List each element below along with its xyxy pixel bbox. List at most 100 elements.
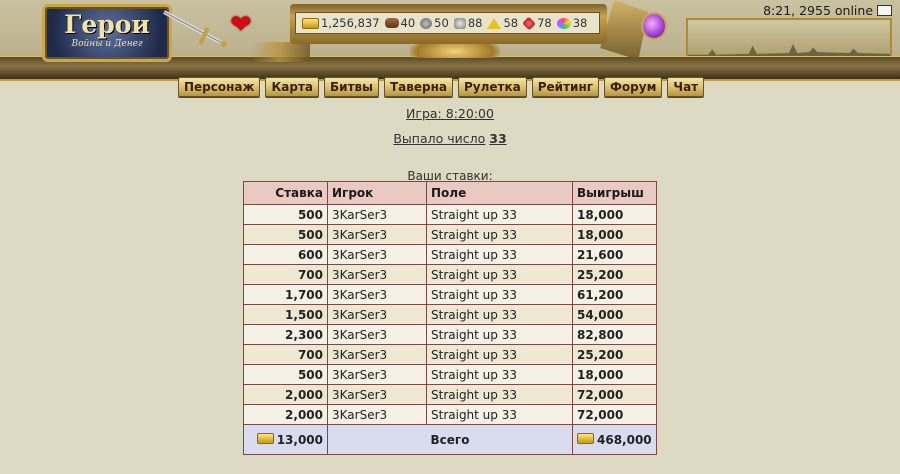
logo-subtitle: Войны и Денег	[71, 39, 143, 49]
mail-icon[interactable]	[877, 5, 892, 16]
crystal-value: 78	[537, 16, 552, 30]
sword-icon	[163, 10, 227, 47]
win-cell: 82,800	[572, 324, 657, 345]
gold-icon	[577, 432, 594, 444]
stake-cell: 700	[243, 344, 328, 365]
win-cell: 61,200	[572, 284, 657, 305]
crystal-icon	[522, 16, 537, 30]
nav-chat[interactable]: Чат	[667, 77, 705, 97]
table-row: 1,700 3KarSer3 Straight up 33 61,200	[243, 284, 657, 305]
wood-value: 40	[400, 16, 416, 30]
stake-cell: 700	[243, 264, 328, 285]
win-cell: 54,000	[572, 304, 657, 325]
win-cell: 18,000	[572, 224, 657, 245]
game-time-link[interactable]: Игра: 8:20:00	[406, 106, 494, 121]
win-cell: 18,000	[572, 364, 657, 385]
resource-sulfur: 58	[487, 16, 518, 30]
total-label: Всего	[327, 424, 573, 455]
player-cell[interactable]: 3KarSer3	[327, 384, 427, 405]
table-row: 1,500 3KarSer3 Straight up 33 54,000	[243, 304, 657, 325]
player-cell[interactable]: 3KarSer3	[327, 404, 427, 425]
win-cell: 72,000	[572, 384, 657, 405]
win-cell: 25,200	[572, 264, 657, 285]
main-nav: Персонаж Карта Битвы Таверна Рулетка Рей…	[178, 77, 709, 97]
mana-potion-icon[interactable]	[641, 12, 667, 40]
field-cell: Straight up 33	[426, 304, 573, 325]
nav-battles[interactable]: Битвы	[324, 77, 379, 97]
game-time: Игра: 8:20:00	[0, 106, 900, 121]
win-cell: 18,000	[572, 204, 657, 225]
sulfur-value: 58	[503, 16, 519, 30]
table-row: 500 3KarSer3 Straight up 33 18,000	[243, 224, 657, 245]
header-field: Поле	[426, 181, 573, 205]
mercury-value: 88	[467, 16, 483, 30]
total-win-cell: 468,000	[572, 424, 657, 455]
bets-table: Ставка Игрок Поле Выигрыш 500 3KarSer3 Str…	[243, 181, 657, 455]
stake-cell: 500	[243, 204, 328, 225]
total-win: 468,000	[597, 432, 652, 447]
win-cell: 25,200	[572, 344, 657, 365]
online-status: 8:21, 2955 online	[763, 3, 892, 18]
resource-gems: 38	[556, 16, 588, 30]
health-heart-icon[interactable]: ❤	[230, 10, 252, 40]
header-win: Выигрыш	[572, 181, 657, 205]
player-cell[interactable]: 3KarSer3	[327, 344, 427, 365]
player-cell[interactable]: 3KarSer3	[327, 304, 427, 325]
player-cell[interactable]: 3KarSer3	[327, 284, 427, 305]
field-cell: Straight up 33	[426, 244, 573, 265]
result-label[interactable]: Выпало число	[393, 131, 485, 146]
stake-cell: 2,000	[243, 404, 328, 425]
nav-map[interactable]: Карта	[265, 77, 320, 97]
resource-gold: 1,256,837	[302, 16, 380, 30]
nav-tavern[interactable]: Таверна	[384, 77, 453, 97]
table-row: 600 3KarSer3 Straight up 33 21,600	[243, 244, 657, 265]
header-stake: Ставка	[243, 181, 328, 205]
table-row: 700 3KarSer3 Straight up 33 25,200	[243, 344, 657, 365]
stake-cell: 2,300	[243, 324, 328, 345]
game-logo[interactable]: Герои Войны и Денег	[42, 4, 172, 62]
header: Герои Войны и Денег ❤ 1,256,837 40 50 88…	[0, 0, 900, 81]
gems-value: 38	[572, 16, 588, 30]
stake-cell: 1,500	[243, 304, 328, 325]
player-cell[interactable]: 3KarSer3	[327, 204, 427, 225]
result-number[interactable]: 33	[489, 131, 506, 146]
nav-rating[interactable]: Рейтинг	[531, 77, 600, 97]
logo-title: Герои	[64, 10, 150, 39]
player-cell[interactable]: 3KarSer3	[327, 244, 427, 265]
player-cell[interactable]: 3KarSer3	[327, 264, 427, 285]
dragon-ornament-left	[250, 42, 310, 62]
field-cell: Straight up 33	[426, 324, 573, 345]
ore-icon	[420, 17, 433, 29]
resource-crystal: 78	[522, 16, 552, 30]
nav-character[interactable]: Персонаж	[178, 77, 261, 97]
stake-cell: 2,000	[243, 384, 328, 405]
sulfur-icon	[487, 17, 502, 29]
field-cell: Straight up 33	[426, 264, 573, 285]
win-cell: 72,000	[572, 404, 657, 425]
online-count: 8:21, 2955 online	[763, 3, 874, 18]
table-header-row: Ставка Игрок Поле Выигрыш	[243, 181, 657, 205]
resource-bar: 1,256,837 40 50 88 58 78 38	[290, 4, 607, 44]
player-cell[interactable]: 3KarSer3	[327, 224, 427, 245]
header-player: Игрок	[327, 181, 427, 205]
nav-forum[interactable]: Форум	[604, 77, 663, 97]
stake-cell: 500	[243, 364, 328, 385]
field-cell: Straight up 33	[426, 344, 573, 365]
resource-panel: 1,256,837 40 50 88 58 78 38	[295, 12, 600, 34]
field-cell: Straight up 33	[426, 204, 573, 225]
gold-icon	[256, 432, 274, 444]
field-cell: Straight up 33	[426, 224, 573, 245]
table-row: 500 3KarSer3 Straight up 33 18,000	[243, 204, 657, 225]
stake-cell: 600	[243, 244, 328, 265]
nav-roulette[interactable]: Рулетка	[458, 77, 527, 97]
gold-icon	[302, 17, 319, 29]
player-cell[interactable]: 3KarSer3	[327, 364, 427, 385]
resource-ore: 50	[420, 16, 449, 30]
player-cell[interactable]: 3KarSer3	[327, 324, 427, 345]
total-row: 13,000 Всего 468,000	[243, 424, 657, 455]
table-row: 500 3KarSer3 Straight up 33 18,000	[243, 364, 657, 385]
resource-mercury: 88	[453, 16, 483, 30]
table-row: 2,000 3KarSer3 Straight up 33 72,000	[243, 384, 657, 405]
mercury-icon	[453, 17, 466, 29]
total-stake: 13,000	[276, 432, 323, 447]
